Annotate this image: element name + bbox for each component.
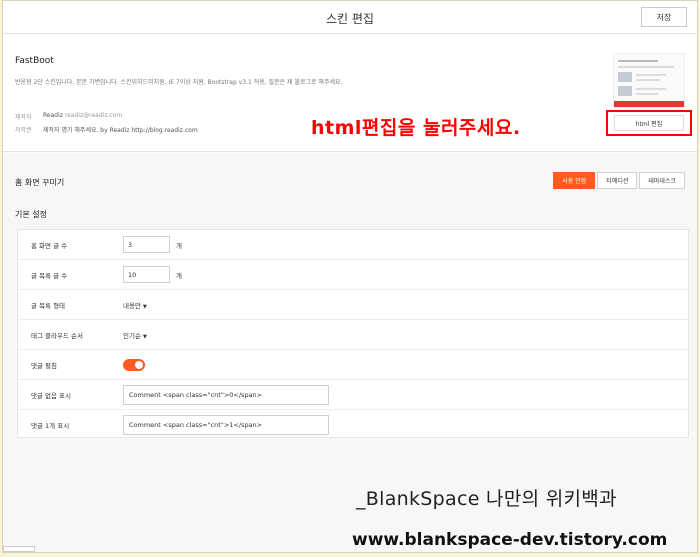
watermark-url: www.blankspace-dev.tistory.com [352,530,668,550]
tag-cloud-order-select[interactable]: 인기순 ▼ [123,330,147,340]
setting-label: 댓글 없음 표시 [31,391,72,400]
author-row: 제작자 Readiz readiz@readiz.com [15,112,122,121]
author-name: Readiz [43,112,63,119]
author-key: 제작자 [15,114,32,121]
home-section-title: 홈 화면 꾸미기 [15,178,65,187]
skin-description: 반응형 2단 스킨입니다. 본문 가변입니다. 스킨위자드미지원, IE 7이상… [15,79,343,86]
tab-theme-desk[interactable]: 테마데스크 [639,172,685,189]
watermark-title: _BlankSpace 나만의 위키백과 [356,488,617,510]
home-post-count-input[interactable]: 3 [123,236,170,253]
setting-label: 태그 클라우드 순서 [31,331,83,340]
author-email: readiz@readiz.com [64,112,123,119]
setting-tag-cloud-order: 태그 클라우드 순서 인기순 ▼ [18,320,688,350]
setting-home-post-count: 홈 화면 글 수 3 개 [18,230,688,260]
caret-down-icon: ▼ [142,333,147,340]
tab-t-edition[interactable]: 티에디션 [597,172,638,189]
comment-expand-toggle[interactable] [123,358,145,371]
copyright-value: 제작자 명기 해주세요. by Readiz http://blog.readi… [43,127,198,134]
settings-panel: 홈 화면 글 수 3 개 글 목록 글 수 10 개 글 목록 형태 내용만▼ [17,229,689,438]
skin-name: FastBoot [15,56,54,66]
save-button[interactable]: 저장 [641,7,687,27]
skin-editor-window: 스킨 편집 저장 FastBoot 반응형 2단 스킨입니다. 본문 가변입니다… [2,0,698,553]
no-comment-text-input[interactable]: Comment <span class="cnt">0</span> [123,384,329,405]
copyright-key: 저작권 [15,127,32,134]
instruction-annotation: html편집을 눌러주세요. [311,117,521,139]
list-post-count-input[interactable]: 10 [123,266,170,283]
one-comment-text-input[interactable]: Comment <span class="cnt">1</span> [123,415,329,435]
html-edit-button[interactable]: html 편집 [614,115,684,131]
caret-down-icon: ▼ [142,303,147,310]
unit-label: 개 [176,271,182,280]
page-title: 스킨 편집 [326,12,374,26]
unit-label: 개 [176,241,182,250]
copyright-row: 저작권 제작자 명기 해주세요. by Readiz http://blog.r… [15,125,198,134]
tab-none[interactable]: 사용 안함 [553,172,596,189]
corner-tag [3,546,35,552]
setting-label: 홈 화면 글 수 [31,241,68,250]
setting-list-post-count: 글 목록 글 수 10 개 [18,260,688,290]
html-edit-highlight: html 편집 [606,110,692,136]
list-style-select[interactable]: 내용만 ▼ [123,300,147,310]
theme-tabs: 사용 안함 티에디션 테마데스크 [551,172,685,189]
setting-list-style: 글 목록 형태 내용만 ▼ [18,290,688,320]
setting-label: 글 목록 형태 [31,301,66,310]
setting-label: 댓글 1개 표시 [31,422,70,430]
setting-label: 댓글 펼침 [31,361,57,370]
skin-thumbnail [613,53,685,108]
top-bar: 스킨 편집 저장 [3,1,697,34]
setting-one-comment-text: 댓글 1개 표시 Comment <span class="cnt">1</sp… [18,410,688,440]
basic-settings-title: 기본 설정 [15,210,47,219]
setting-label: 글 목록 글 수 [31,271,68,280]
setting-no-comment-text: 댓글 없음 표시 Comment <span class="cnt">0</sp… [18,380,688,410]
setting-comment-expand: 댓글 펼침 [18,350,688,380]
